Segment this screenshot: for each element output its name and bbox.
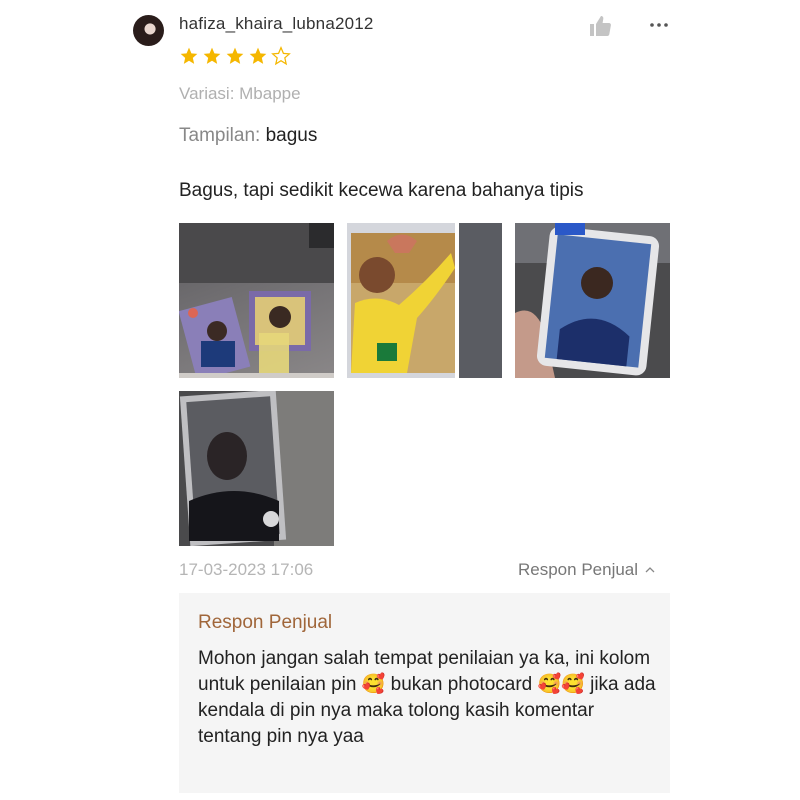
- review-photo-1[interactable]: [179, 223, 334, 378]
- seller-response-toggle[interactable]: Respon Penjual: [518, 560, 656, 580]
- review-timestamp: 17-03-2023 17:06: [179, 560, 314, 579]
- star-filled-icon: [180, 47, 198, 64]
- seller-response-title: Respon Penjual: [198, 612, 333, 633]
- seller-response-toggle-label: Respon Penjual: [518, 560, 639, 579]
- review-comment: Bagus, tapi sedikit kecewa karena bahany…: [179, 180, 584, 201]
- review-photo-4[interactable]: [179, 391, 334, 546]
- review-photo-3[interactable]: [515, 223, 670, 378]
- star-empty-icon: [271, 46, 291, 66]
- variation-label: Variasi: Mbappe: [179, 84, 301, 103]
- appearance-value: bagus: [265, 125, 318, 146]
- seller-response-text: Mohon jangan salah tempat penilaian ya k…: [198, 648, 656, 747]
- seller-response-box: Respon Penjual Mohon jangan salah tempat…: [179, 593, 670, 793]
- appearance-line: Tampilan: bagus: [179, 125, 317, 147]
- rating-stars: [179, 46, 291, 66]
- chevron-up-icon: [645, 567, 655, 573]
- more-icon[interactable]: [648, 14, 670, 36]
- star-filled-icon: [249, 47, 267, 64]
- reviewer-avatar[interactable]: [133, 15, 164, 46]
- reviewer-username: hafiza_khaira_lubna2012: [179, 14, 374, 33]
- star-filled-icon: [203, 47, 221, 64]
- appearance-label: Tampilan:: [179, 125, 261, 146]
- thumbs-up-icon[interactable]: [588, 14, 612, 38]
- star-filled-icon: [226, 47, 244, 64]
- review-photo-2[interactable]: [347, 223, 502, 378]
